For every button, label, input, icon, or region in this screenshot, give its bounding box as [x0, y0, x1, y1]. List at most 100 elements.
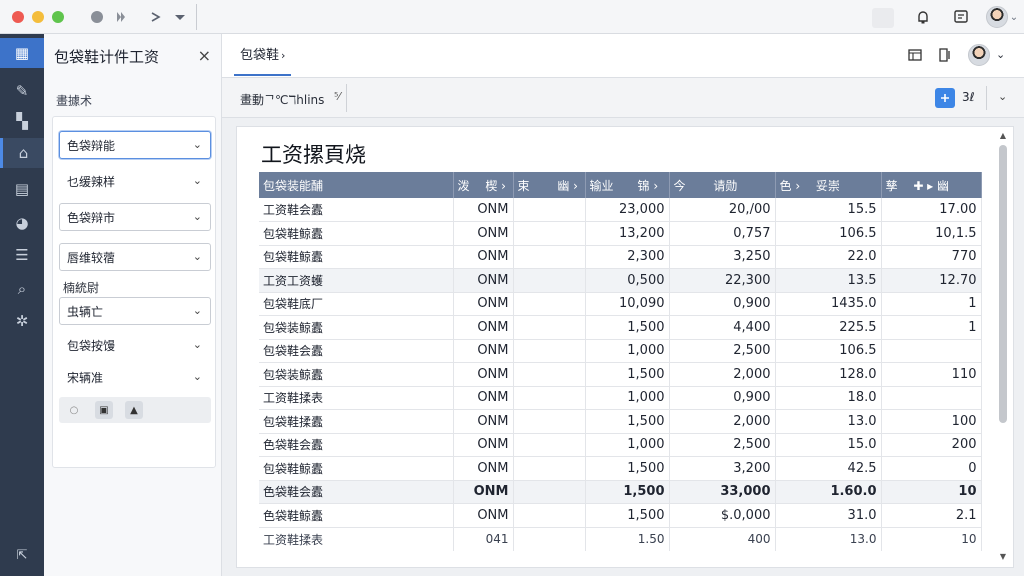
nav-apps[interactable]: ▚ [0, 106, 44, 136]
window-titlebar: ⌄ [0, 0, 1024, 34]
forward-icon[interactable] [148, 8, 164, 26]
nav-docs[interactable]: ▤ [0, 174, 44, 204]
table-row[interactable]: 包袋鞋揉蠹 ONM 1,500 2,000 13.0 100 [259, 409, 982, 434]
nav-dashboard[interactable]: ◕ [0, 208, 44, 238]
dropdown-icon[interactable] [172, 8, 188, 26]
filter-select-4[interactable]: 唇维较蓿 ⌄ [59, 243, 211, 271]
radio-icon[interactable]: ○ [65, 401, 83, 419]
filter-value: 乜缓辣样 [67, 174, 116, 189]
filter-select-1[interactable]: 色袋辩能 ⌄ [59, 131, 211, 159]
main-area: 包袋鞋 › ⌄ 畫動ᄀ℃ℸhlins ⁵⁄ 3ℓ ⌄ 工资摞頁烧 包袋装能酺 泼… [222, 34, 1024, 576]
apps-icon: ▚ [16, 112, 28, 130]
brush-icon: ✎ [15, 82, 29, 100]
filter-value: 色袋辩能 [67, 138, 116, 153]
scroll-up-icon[interactable]: ▲ [999, 131, 1007, 140]
table-row[interactable]: 包袋鞋鲸蠹 ONM 2,300 3,250 22.0 770 [259, 245, 982, 269]
cell-empty [513, 480, 586, 504]
table-row[interactable]: 工资鞋会蠹 ONM 23,000 20,/00 15.5 17.00 [259, 198, 982, 222]
notification-icon[interactable] [914, 8, 932, 26]
nav-collapse[interactable]: ⇱ [0, 540, 44, 570]
blank-tab-icon[interactable] [872, 8, 894, 28]
table-row[interactable]: 工资鞋揉表 041 1.50 400 13.0 10 [259, 527, 982, 551]
close-icon[interactable]: × [198, 46, 211, 65]
nav-settings[interactable]: ✲ [0, 306, 44, 336]
cell-code: 041 [453, 527, 514, 551]
search-icon: ⌕ [17, 280, 27, 298]
circle-icon[interactable] [88, 8, 106, 26]
cell-code: ONM [453, 386, 514, 410]
table-row[interactable]: 包袋装鲸蠹 ONM 1,500 2,000 128.0 110 [259, 362, 982, 387]
chevron-down-icon: ⌄ [192, 210, 202, 223]
account-chevron-icon[interactable]: ⌄ [1008, 8, 1020, 26]
column-header[interactable]: 色 › 妥崇 [775, 172, 882, 198]
cell-value: 400 [669, 527, 776, 551]
chevron-down-icon[interactable]: ⌄ [996, 48, 1005, 61]
user-avatar[interactable] [968, 44, 990, 66]
table-row[interactable]: 色袋鞋会蠹 ONM 1,500 33,000 1.60.0 10 [259, 480, 982, 504]
cell-name: 包袋鞋揉蠹 [259, 409, 454, 434]
column-header[interactable]: 孳 ✚ ▸ 幽 [881, 172, 982, 198]
list-icon: ☰ [15, 246, 29, 264]
cell-value: 22.0 [775, 245, 882, 269]
cell-name: 包袋鞋鲸蠹 [259, 245, 454, 269]
cell-name: 工资工资蠖 [259, 268, 454, 293]
scroll-thumb[interactable] [999, 145, 1007, 423]
cell-name: 包袋装鲸蠹 [259, 315, 454, 340]
table-row[interactable]: 包袋鞋鲸蠹 ONM 13,200 0,757 106.5 10,1.5 [259, 221, 982, 246]
left-nav: ▦ ✎ ▚ ⌂ ▤ ◕ ☰ ⌕ ✲ ⇱ [0, 34, 44, 576]
nav-home[interactable]: ▦ [0, 38, 44, 68]
chevron-down-icon[interactable]: ⌄ [998, 90, 1007, 103]
table-row[interactable]: 工资鞋揉表 ONM 1,000 0,900 18.0 [259, 386, 982, 410]
cell-empty [513, 503, 586, 528]
message-icon[interactable] [952, 8, 970, 26]
column-header[interactable]: 包袋装能酺 [259, 172, 454, 198]
export-button[interactable] [935, 88, 955, 108]
filter-select-2[interactable]: 乜缓辣样 ⌄ [59, 167, 211, 195]
nav-search[interactable]: ⌕ [0, 274, 44, 304]
filter-select-5[interactable]: 虫辆亡 ⌄ [59, 297, 211, 325]
table-row[interactable]: 包袋装鲸蠹 ONM 1,500 4,400 225.5 1 [259, 315, 982, 340]
clear-icon[interactable]: ⁵⁄ [334, 90, 340, 103]
column-header[interactable]: 今 请勋 [669, 172, 776, 198]
nav-list[interactable]: ☰ [0, 240, 44, 270]
play-icon[interactable] [112, 8, 130, 26]
toolbar-label[interactable]: 畫動ᄀ℃ℸhlins [240, 91, 324, 108]
cell-name: 包袋鞋鲸蠹 [259, 456, 454, 481]
toolbar-divider [986, 86, 987, 110]
table-row[interactable]: 包袋鞋会蠹 ONM 1,000 2,500 106.5 [259, 339, 982, 363]
filter-select-7[interactable]: 宋辆准 ⌄ [59, 363, 211, 391]
table-row[interactable]: 工资工资蠖 ONM 0,500 22,300 13.5 12.70 [259, 268, 982, 293]
cell-value: 20,/00 [669, 198, 776, 222]
filter-select-3[interactable]: 色袋辩市 ⌄ [59, 203, 211, 231]
nav-reports[interactable]: ⌂ [0, 138, 44, 168]
lock-icon[interactable]: ▣ [95, 401, 113, 419]
filter-actions: ○ ▣ ▲ [59, 397, 211, 423]
filter-value: 唇维较蓿 [67, 250, 116, 265]
cell-value [881, 386, 982, 410]
table-row[interactable]: 包袋鞋鲸蠹 ONM 1,500 3,200 42.5 0 [259, 456, 982, 481]
table-row[interactable]: 色袋鞋鲸蠹 ONM 1,500 $.0,000 31.0 2.1 [259, 503, 982, 528]
minimize-window-button[interactable] [32, 11, 44, 23]
table-row[interactable]: 包袋鞋底厂 ONM 10,090 0,900 1435.0 1 [259, 292, 982, 316]
nav-edit[interactable]: ✎ [0, 76, 44, 106]
column-header[interactable]: 输业 锦 › [585, 172, 670, 198]
cell-code: ONM [453, 480, 514, 504]
column-header[interactable]: 束 幽 › [513, 172, 586, 198]
cell-value: 13.0 [775, 409, 882, 434]
scroll-down-icon[interactable]: ▼ [999, 552, 1007, 561]
page-indicator: 3ℓ [962, 90, 975, 104]
layout-icon[interactable] [908, 48, 922, 66]
upload-icon[interactable]: ▲ [125, 401, 143, 419]
column-header[interactable]: 泼 楔 › [453, 172, 514, 198]
cell-empty [513, 245, 586, 269]
maximize-window-button[interactable] [52, 11, 64, 23]
close-window-button[interactable] [12, 11, 24, 23]
split-icon[interactable] [938, 48, 952, 66]
user-avatar[interactable] [986, 6, 1008, 28]
cell-code: ONM [453, 456, 514, 481]
table-row[interactable]: 色袋鞋会蠹 ONM 1,000 2,500 15.0 200 [259, 433, 982, 457]
tab-report[interactable]: 包袋鞋 › [234, 46, 292, 76]
vertical-scrollbar[interactable]: ▲ ▼ [999, 131, 1007, 561]
filter-select-6[interactable]: 包袋按馒 ⌄ [59, 331, 211, 359]
cell-value: 1,500 [585, 456, 670, 481]
